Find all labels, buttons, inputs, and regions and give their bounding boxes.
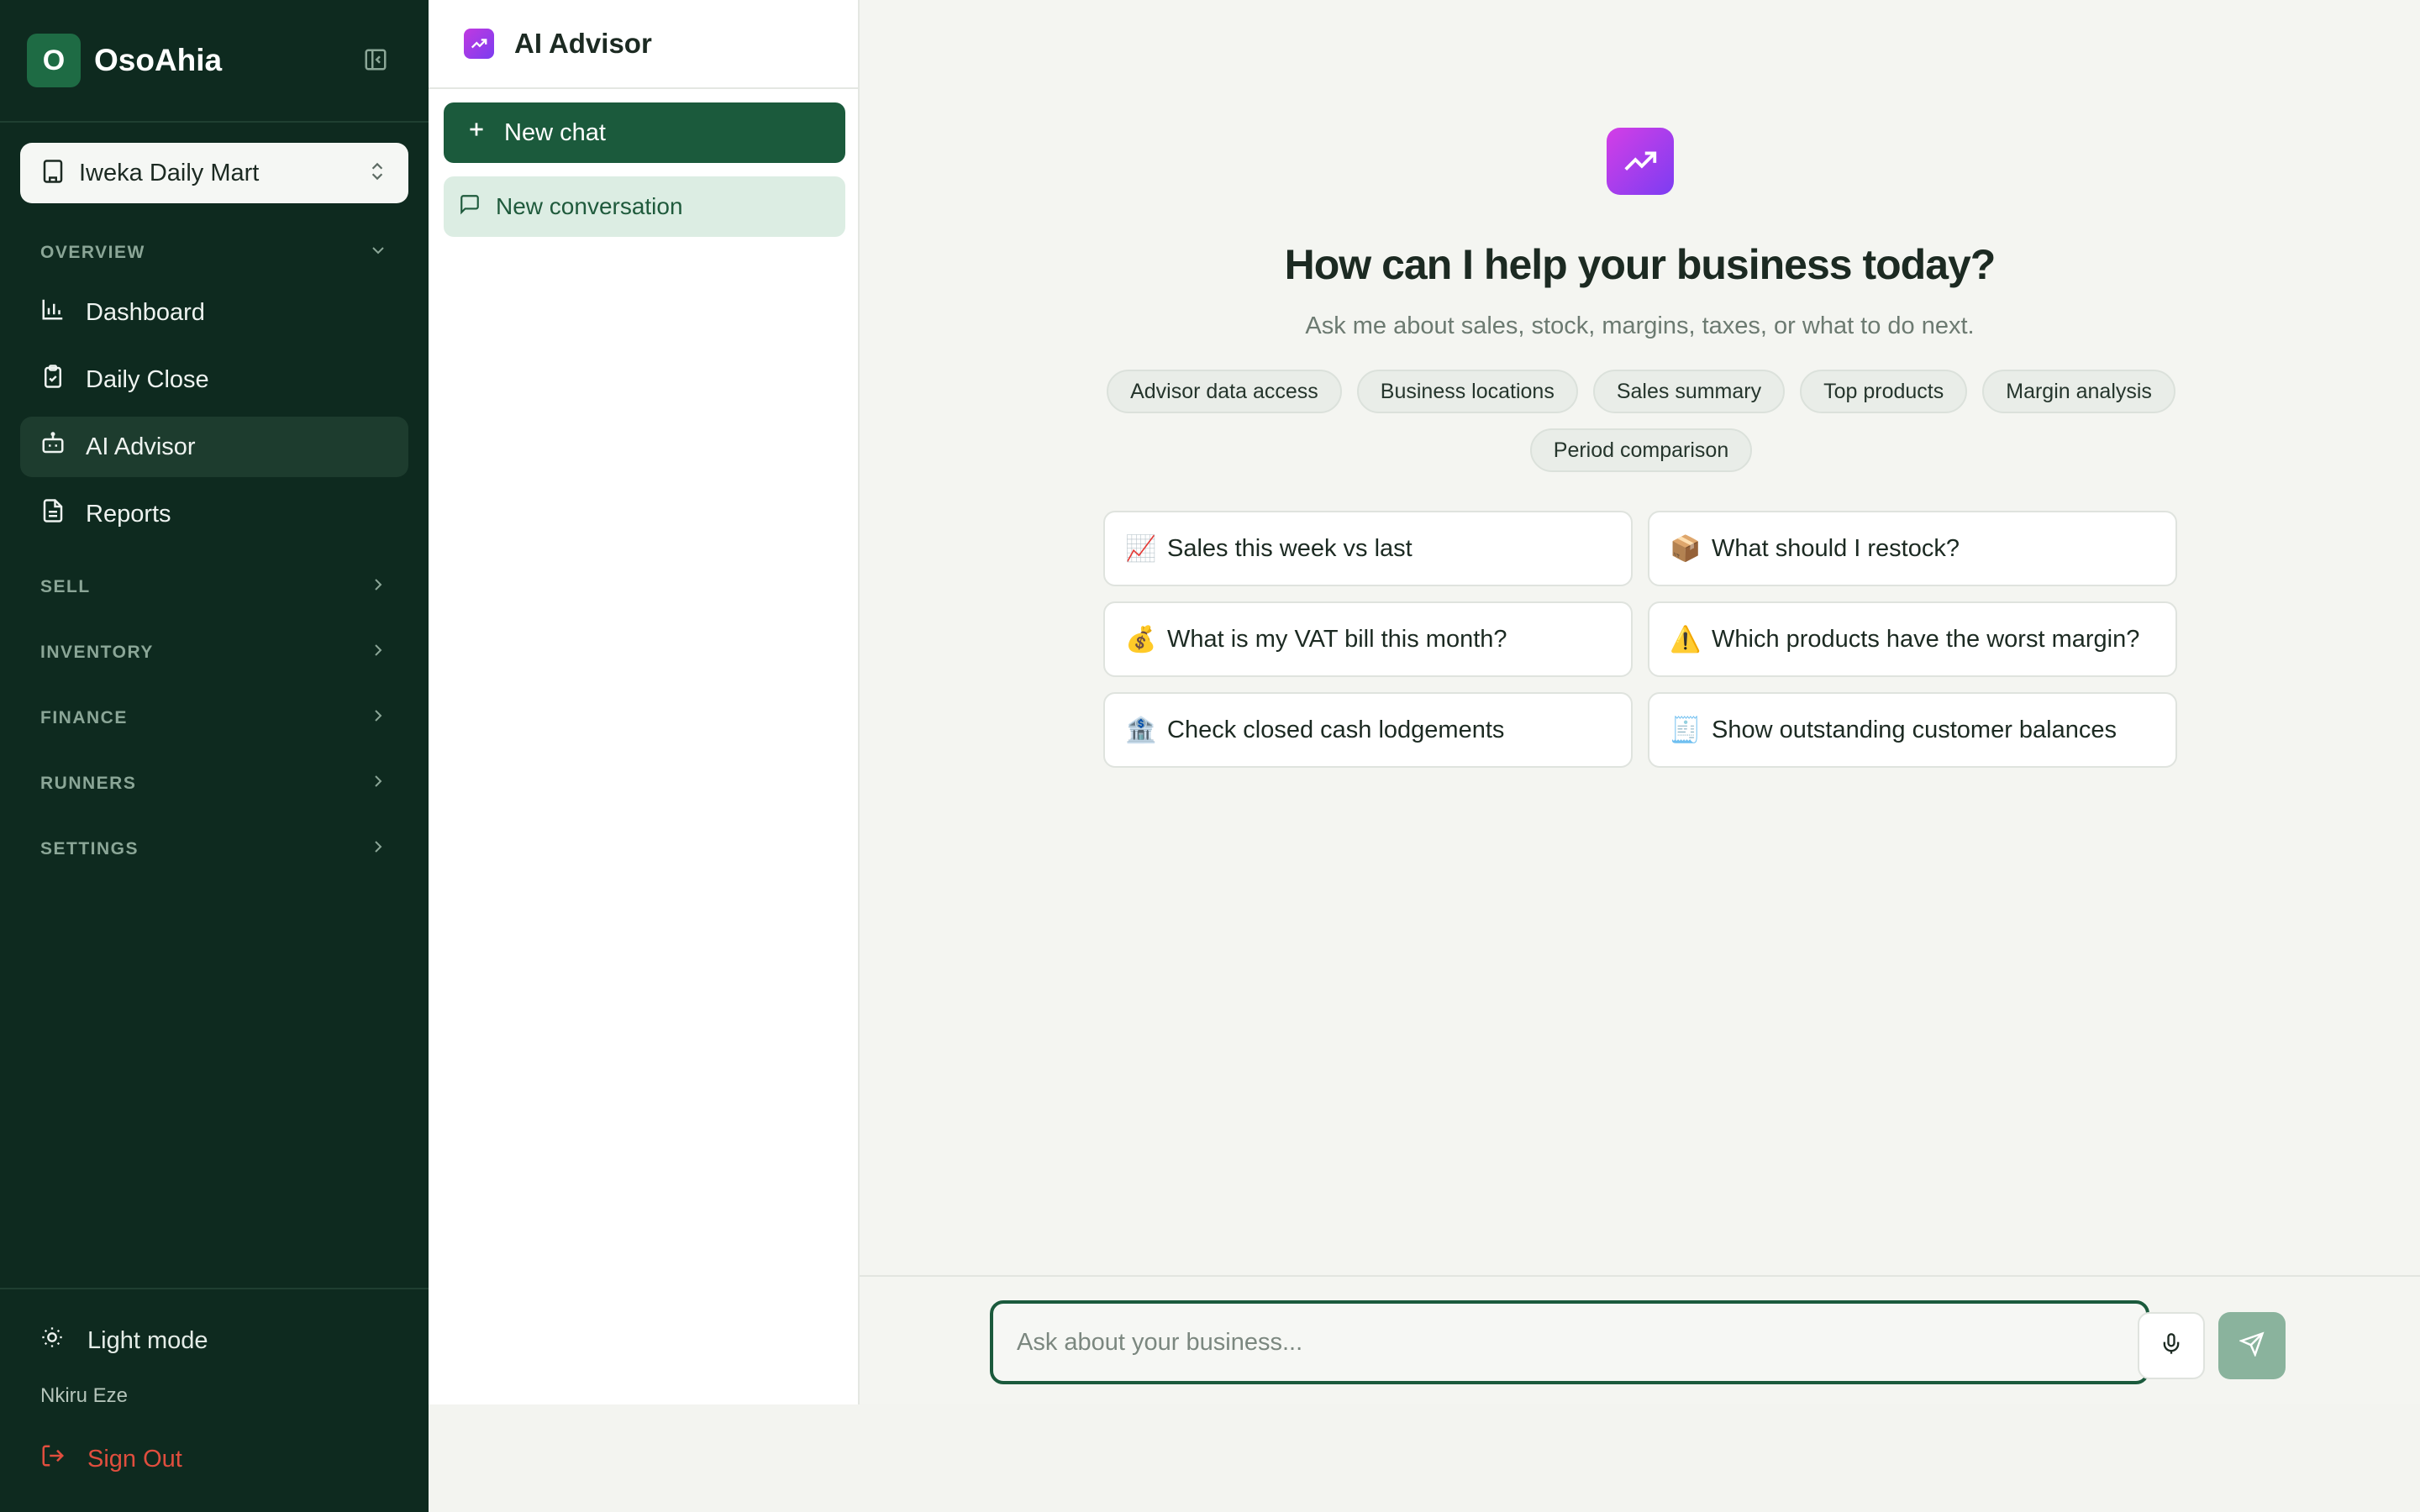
conversations-header: AI Advisor bbox=[429, 0, 858, 89]
nav-daily-close[interactable]: Daily Close bbox=[20, 349, 408, 410]
section-overview-label: OVERVIEW bbox=[40, 243, 145, 262]
chip-top-products[interactable]: Top products bbox=[1800, 370, 1968, 413]
section-runners[interactable]: RUNNERS bbox=[40, 767, 388, 801]
brand-name: OsoAhia bbox=[94, 43, 223, 77]
send-icon bbox=[2238, 1331, 2265, 1361]
advisor-main: How can I help your business today? Ask … bbox=[860, 0, 2420, 1404]
clipboard-check-icon bbox=[40, 364, 66, 396]
section-inventory[interactable]: INVENTORY bbox=[40, 636, 388, 669]
nav-daily-close-label: Daily Close bbox=[86, 365, 209, 393]
new-chat-button[interactable]: New chat bbox=[444, 102, 845, 163]
composer bbox=[990, 1300, 2149, 1384]
chevron-right-icon bbox=[368, 706, 388, 731]
nav-ai-advisor-label: AI Advisor bbox=[86, 433, 196, 460]
conversations-panel: AI Advisor New chat New conversation bbox=[429, 0, 860, 1404]
package-icon: 📦 bbox=[1670, 534, 1702, 563]
section-inventory-label: INVENTORY bbox=[40, 643, 154, 662]
user-name: Nkiru Eze bbox=[40, 1384, 129, 1407]
new-chat-label: New chat bbox=[504, 118, 606, 146]
sun-icon bbox=[40, 1326, 64, 1356]
suggestion-label: Show outstanding customer balances bbox=[1712, 716, 2118, 743]
store-selector[interactable]: Iweka Daily Mart bbox=[20, 143, 408, 203]
sign-out-button[interactable]: Sign Out bbox=[40, 1443, 182, 1475]
warning-icon: ⚠️ bbox=[1670, 625, 1702, 654]
nav-ai-advisor[interactable]: AI Advisor bbox=[20, 417, 408, 477]
section-settings-label: SETTINGS bbox=[40, 839, 139, 858]
section-sell-label: SELL bbox=[40, 577, 91, 596]
chip-advisor-data-access[interactable]: Advisor data access bbox=[1107, 370, 1342, 413]
chevron-right-icon bbox=[368, 771, 388, 796]
message-square-icon bbox=[459, 193, 481, 221]
building-icon bbox=[40, 159, 66, 188]
bank-icon: 🏦 bbox=[1125, 716, 1157, 744]
nav-reports[interactable]: Reports bbox=[20, 484, 408, 544]
section-runners-label: RUNNERS bbox=[40, 774, 137, 793]
money-bag-icon: 💰 bbox=[1125, 625, 1157, 654]
chevrons-up-down-icon bbox=[366, 160, 388, 186]
hero-subtitle: Ask me about sales, stock, margins, taxe… bbox=[1305, 312, 1975, 339]
section-sell[interactable]: SELL bbox=[40, 570, 388, 604]
sidebar-collapse-icon[interactable] bbox=[361, 45, 390, 74]
sidebar-footer-divider bbox=[0, 1288, 429, 1289]
chip-business-locations[interactable]: Business locations bbox=[1356, 370, 1578, 413]
brand-logo: O bbox=[27, 34, 81, 87]
section-settings[interactable]: SETTINGS bbox=[40, 832, 388, 866]
suggestion-label: What should I restock? bbox=[1712, 534, 1960, 562]
suggestion-label: What is my VAT bill this month? bbox=[1167, 625, 1507, 653]
suggestion-card[interactable]: 💰 What is my VAT bill this month? bbox=[1103, 601, 1633, 677]
topic-chips: Advisor data access Business locations S… bbox=[1103, 370, 2179, 472]
sign-out-label: Sign Out bbox=[87, 1445, 182, 1473]
send-button[interactable] bbox=[2218, 1312, 2286, 1379]
sidebar-divider bbox=[0, 121, 429, 123]
store-name: Iweka Daily Mart bbox=[79, 159, 260, 186]
section-overview[interactable]: OVERVIEW bbox=[40, 236, 388, 270]
file-text-icon bbox=[40, 498, 66, 530]
chevron-right-icon bbox=[368, 837, 388, 862]
suggestion-label: Which products have the worst margin? bbox=[1712, 625, 2140, 653]
brand[interactable]: O OsoAhia bbox=[27, 34, 222, 87]
bot-icon bbox=[40, 431, 66, 463]
suggestion-card[interactable]: ⚠️ Which products have the worst margin? bbox=[1648, 601, 2177, 677]
bar-chart-icon bbox=[40, 297, 66, 328]
composer-bar bbox=[860, 1275, 2420, 1404]
theme-toggle-label: Light mode bbox=[87, 1326, 208, 1354]
message-input[interactable] bbox=[1017, 1328, 2146, 1357]
chip-margin-analysis[interactable]: Margin analysis bbox=[1982, 370, 2175, 413]
plus-icon bbox=[466, 118, 487, 147]
nav-dashboard[interactable]: Dashboard bbox=[20, 282, 408, 343]
suggestion-grid: 📈 Sales this week vs last 📦 What should … bbox=[1103, 511, 2179, 768]
chevron-right-icon bbox=[368, 575, 388, 600]
mic-icon bbox=[2160, 1332, 2183, 1360]
conversation-item-label: New conversation bbox=[496, 193, 683, 219]
suggestion-label: Sales this week vs last bbox=[1167, 534, 1413, 562]
chip-sales-summary[interactable]: Sales summary bbox=[1592, 370, 1786, 413]
receipt-icon: 🧾 bbox=[1670, 716, 1702, 744]
suggestion-card[interactable]: 🧾 Show outstanding customer balances bbox=[1648, 692, 2177, 768]
advisor-logo-icon bbox=[1607, 128, 1674, 195]
log-out-icon bbox=[40, 1443, 66, 1475]
trending-up-icon bbox=[464, 29, 494, 59]
nav-dashboard-label: Dashboard bbox=[86, 298, 205, 326]
suggestion-card[interactable]: 🏦 Check closed cash lodgements bbox=[1103, 692, 1633, 768]
suggestion-label: Check closed cash lodgements bbox=[1167, 716, 1505, 743]
hero-title: How can I help your business today? bbox=[1284, 241, 1996, 288]
sidebar: O OsoAhia Iweka Daily Mart OVERVIEW Dash… bbox=[0, 0, 429, 1512]
section-finance-label: FINANCE bbox=[40, 708, 128, 727]
conversation-item[interactable]: New conversation bbox=[444, 176, 845, 237]
chevron-down-icon bbox=[368, 240, 388, 265]
mic-button[interactable] bbox=[2138, 1312, 2205, 1379]
nav-reports-label: Reports bbox=[86, 500, 171, 528]
suggestion-card[interactable]: 📦 What should I restock? bbox=[1648, 511, 2177, 586]
theme-toggle[interactable]: Light mode bbox=[40, 1326, 208, 1356]
chevron-right-icon bbox=[368, 640, 388, 665]
page-bottom bbox=[429, 1404, 2420, 1512]
conversations-title: AI Advisor bbox=[514, 28, 652, 59]
suggestion-card[interactable]: 📈 Sales this week vs last bbox=[1103, 511, 1633, 586]
chip-period-comparison[interactable]: Period comparison bbox=[1529, 428, 1753, 472]
chart-increasing-icon: 📈 bbox=[1125, 534, 1157, 563]
section-finance[interactable]: FINANCE bbox=[40, 701, 388, 735]
